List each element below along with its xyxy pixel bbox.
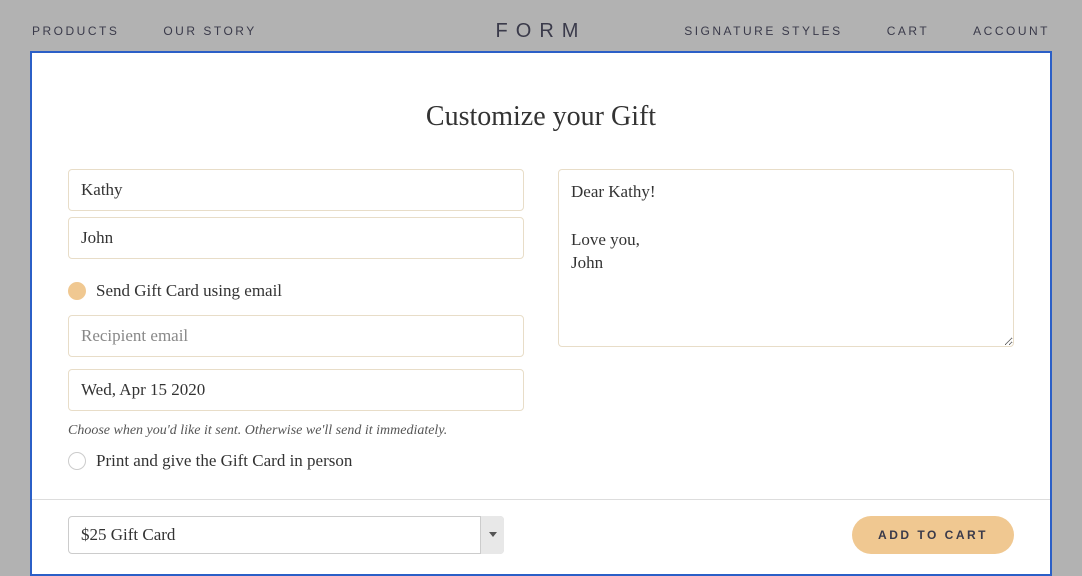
radio-selected-icon xyxy=(68,282,86,300)
modal-body: Customize your Gift Send Gift Card using… xyxy=(32,53,1050,499)
recipient-email-input[interactable] xyxy=(68,315,524,357)
site-logo[interactable]: FORM xyxy=(496,20,587,43)
nav-right: SIGNATURE STYLES CART ACCOUNT xyxy=(684,24,1050,38)
nav-left: PRODUCTS OUR STORY xyxy=(32,24,257,38)
radio-print-label: Print and give the Gift Card in person xyxy=(96,451,352,471)
add-to-cart-button[interactable]: ADD TO CART xyxy=(852,516,1014,554)
nav-cart[interactable]: CART xyxy=(887,24,929,38)
nav-products[interactable]: PRODUCTS xyxy=(32,24,119,38)
nav-our-story[interactable]: OUR STORY xyxy=(163,24,256,38)
recipient-name-input[interactable] xyxy=(68,169,524,211)
gift-card-select[interactable]: $25 Gift Card xyxy=(68,516,504,554)
gift-message-textarea[interactable] xyxy=(558,169,1014,347)
radio-unselected-icon xyxy=(68,452,86,470)
form-right-column xyxy=(558,169,1014,471)
radio-send-email[interactable]: Send Gift Card using email xyxy=(68,281,524,301)
form-columns: Send Gift Card using email Choose when y… xyxy=(68,169,1014,471)
modal-footer: $25 Gift Card ADD TO CART xyxy=(32,499,1050,574)
nav-signature-styles[interactable]: SIGNATURE STYLES xyxy=(684,24,842,38)
date-helper-text: Choose when you'd like it sent. Otherwis… xyxy=(68,423,524,439)
send-date-input[interactable] xyxy=(68,369,524,411)
gift-card-select-wrap: $25 Gift Card xyxy=(68,516,504,554)
modal-title: Customize your Gift xyxy=(68,101,1014,133)
sender-name-input[interactable] xyxy=(68,217,524,259)
form-left-column: Send Gift Card using email Choose when y… xyxy=(68,169,524,471)
gift-modal: Customize your Gift Send Gift Card using… xyxy=(30,51,1052,576)
radio-print[interactable]: Print and give the Gift Card in person xyxy=(68,451,524,471)
nav-account[interactable]: ACCOUNT xyxy=(973,24,1050,38)
radio-email-label: Send Gift Card using email xyxy=(96,281,282,301)
